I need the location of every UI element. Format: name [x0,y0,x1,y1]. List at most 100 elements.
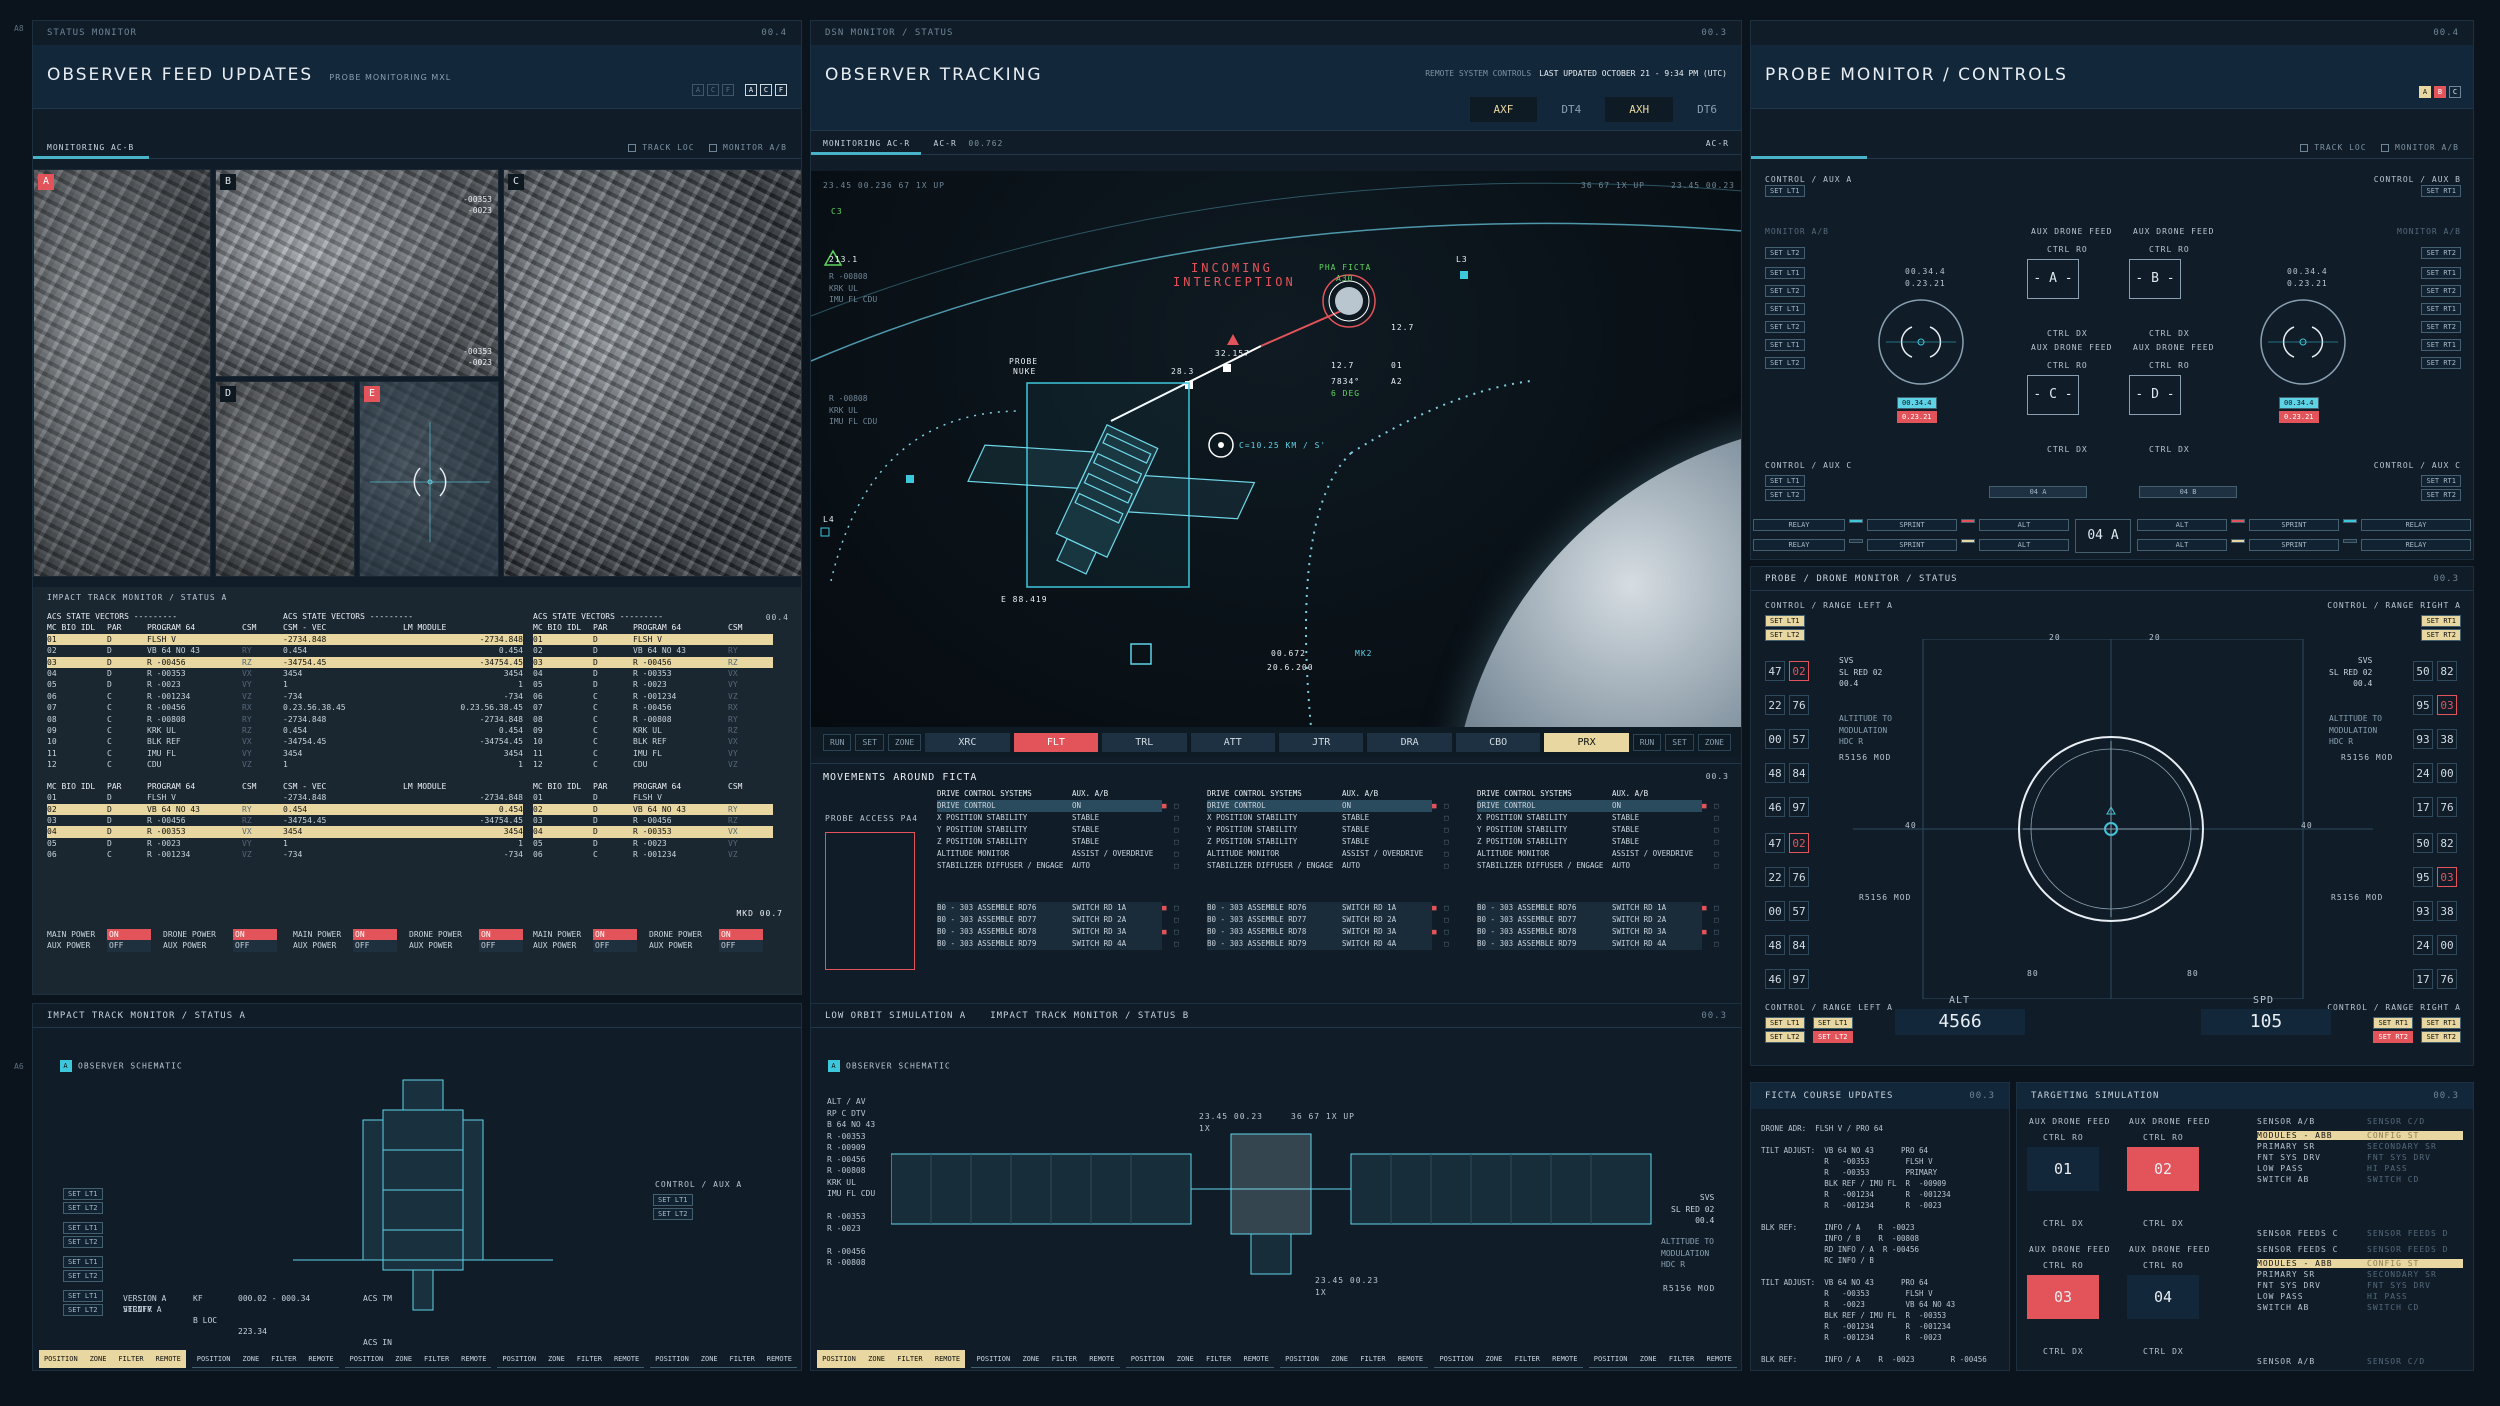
table-row[interactable]: 11 [283,759,523,770]
set-rt1-bottom[interactable]: SET RT1 [2373,1017,2413,1029]
table-row[interactable]: 01 D FLSH V [47,792,287,803]
num-left-18[interactable]: 46 [1765,969,1785,989]
table-row[interactable]: 03 D R -00456 RZ [533,656,773,669]
assemble-row[interactable]: B0 - 303 ASSEMBLE RD77 SWITCH RD 2A □ [937,914,1187,926]
drive-row[interactable]: DRIVE CONTROL ON ■ □ [1477,800,1727,812]
track-loc-checkbox[interactable] [628,143,637,152]
num-right-0[interactable]: 50 [2413,661,2433,681]
table-row[interactable]: -734 -734 [283,691,523,702]
control-button-cbo[interactable]: CBO [1455,732,1541,752]
tab-remote[interactable]: REMOTE [767,1355,792,1363]
num-right-6[interactable]: 24 [2413,763,2433,783]
num-right-14[interactable]: 93 [2413,901,2433,921]
drone-power-toggle[interactable]: ON [719,929,763,941]
sensor-item[interactable]: LOW PASS [2257,1292,2367,1301]
table-row[interactable]: 04 D R -00353 VX [533,826,773,838]
toggle-f[interactable]: F [722,83,734,96]
num-left-3[interactable]: 76 [1789,695,1809,715]
aux-power-toggle-2[interactable]: OFF [719,940,763,952]
table-row[interactable]: 0.454 0.454 [283,725,523,736]
control-button-zone[interactable]: ZONE [1697,733,1731,751]
set-right-7[interactable]: SET RT2 [2421,357,2461,369]
tab-position[interactable]: POSITION [1131,1355,1165,1363]
control-button-run[interactable]: RUN [823,733,852,751]
mode-axh[interactable]: AXH [1605,97,1674,122]
num-right-16[interactable]: 24 [2413,935,2433,955]
control-button-prx[interactable]: PRX [1544,732,1629,752]
table-row[interactable]: 03 D R -00456 RZ [47,815,287,826]
sensor-item[interactable]: LOW PASS [2257,1164,2367,1173]
set-right-2[interactable]: SET RT1 [2421,267,2461,279]
num-left-0[interactable]: 47 [1765,661,1785,681]
drive-row[interactable]: Z POSITION STABILITY STABLE □ [1477,836,1727,848]
sprint-indicator-r[interactable] [2231,519,2245,523]
drive-row[interactable]: STABILIZER DIFFUSER / ENGAGE AUTO □ [1477,860,1727,872]
num-right-8[interactable]: 17 [2413,797,2433,817]
tab-filter[interactable]: FILTER [271,1355,296,1363]
drive-row[interactable]: DRIVE CONTROL ON ■ □ [1207,800,1457,812]
table-row[interactable]: 02 D VB 64 NO 43 RY [47,803,287,815]
tab-position[interactable]: POSITION [1594,1355,1628,1363]
set-lt1-d[interactable]: SET LT1 [63,1290,103,1302]
tab-filter[interactable]: FILTER [1360,1355,1385,1363]
tab-filter[interactable]: FILTER [118,1355,143,1363]
main-power-toggle[interactable]: ON [107,929,151,941]
target-box-3[interactable]: 03 [2027,1275,2099,1319]
gauge-readout-2[interactable]: 0.23.21 [2279,411,2319,423]
control-button-set[interactable]: SET [1665,733,1694,751]
set-right-1[interactable]: SET RT2 [2421,247,2461,259]
table-row[interactable]: 06 C R -001234 VZ [533,691,773,702]
table-row[interactable]: 3454 3454 [283,748,523,759]
table-row[interactable]: -2734.848 -2734.848 [283,633,523,646]
set-lt1-b[interactable]: SET LT1 [63,1222,103,1234]
relay-left[interactable]: RELAY [1753,519,1845,531]
tab-position[interactable]: POSITION [655,1355,689,1363]
sensor-item-2[interactable]: CONFIG ST [2367,1259,2463,1268]
table-row[interactable]: 11 [283,679,523,690]
set-left-4[interactable]: SET LT1 [1765,303,1805,315]
sensor-item[interactable]: PRIMARY SR [2257,1142,2367,1151]
num-right-15[interactable]: 38 [2437,901,2457,921]
tab-filter[interactable]: FILTER [730,1355,755,1363]
control-button-trl[interactable]: TRL [1102,732,1187,752]
alt-left[interactable]: ALT [1979,539,2069,551]
drive-row[interactable]: ALTITUDE MONITOR ASSIST / OVERDRIVE □ [1477,848,1727,860]
tab-remote[interactable]: REMOTE [935,1355,960,1363]
main-power-toggle[interactable]: ON [593,929,637,941]
drone-power-toggle[interactable]: ON [233,929,277,941]
tab-zone[interactable]: ZONE [90,1355,107,1363]
tab-remote[interactable]: REMOTE [614,1355,639,1363]
feed-tile-e[interactable]: E [359,381,499,577]
tab-zone[interactable]: ZONE [1177,1355,1194,1363]
drive-row[interactable]: Y POSITION STABILITY STABLE □ [937,824,1187,836]
num-right-1[interactable]: 82 [2437,661,2457,681]
table-row[interactable]: 3454 3454 [283,668,523,679]
num-right-13[interactable]: 03 [2437,867,2457,887]
tab-remote[interactable]: REMOTE [1244,1355,1269,1363]
table-row[interactable]: 12 C CDU VZ [47,759,287,770]
tab-zone[interactable]: ZONE [395,1355,412,1363]
table-row[interactable]: 07 C R -00456 RX [47,702,287,713]
table-row[interactable]: -2734.848 -2734.848 [283,714,523,725]
badge-c[interactable]: C [2449,85,2461,98]
target-box-1[interactable]: 01 [2027,1147,2099,1191]
tab-remote[interactable]: REMOTE [1089,1355,1114,1363]
num-left-1[interactable]: 02 [1789,661,1809,681]
assemble-row[interactable]: B0 - 303 ASSEMBLE RD76 SWITCH RD 1A ■ □ [1207,902,1457,914]
toggle-a-active[interactable]: A [745,83,757,96]
table-row[interactable]: 05 D R -0023 VY [533,679,773,690]
set-lt1[interactable]: SET LT1 [653,1194,693,1206]
target-box-2[interactable]: 02 [2127,1147,2199,1191]
set-right-3[interactable]: SET RT2 [2421,285,2461,297]
drive-row[interactable]: X POSITION STABILITY STABLE □ [937,812,1187,824]
table-row[interactable]: -34754.45 -34754.45 [283,656,523,669]
drive-row[interactable]: Z POSITION STABILITY STABLE □ [937,836,1187,848]
mode-dt4[interactable]: DT4 [1537,97,1605,122]
set-left-2[interactable]: SET LT1 [1765,267,1805,279]
tab-position[interactable]: POSITION [976,1355,1010,1363]
relay-right[interactable]: RELAY [2361,539,2471,551]
table-row[interactable]: 01 D FLSH V [47,633,287,646]
table-row[interactable]: 12 C CDU VZ [533,759,773,770]
tab-filter[interactable]: FILTER [1669,1355,1694,1363]
table-row[interactable]: 05 D R -0023 VY [47,679,287,690]
